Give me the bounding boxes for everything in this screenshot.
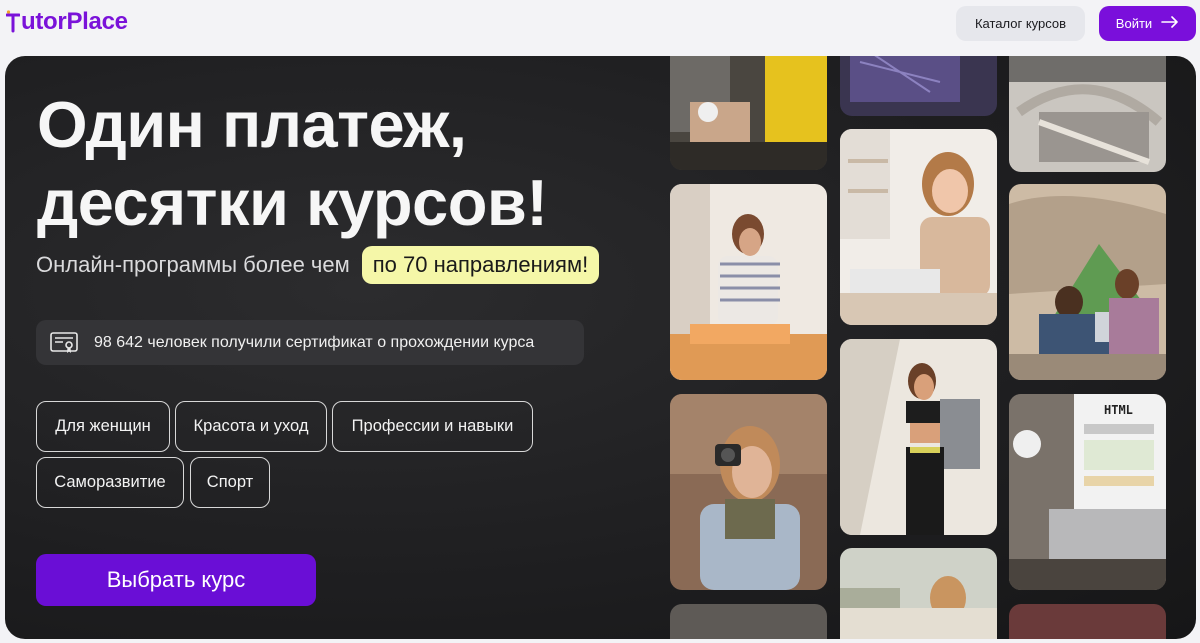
chip-self-development[interactable]: Саморазвитие xyxy=(36,457,184,508)
subtitle-row: Онлайн-программы более чем по 70 направл… xyxy=(36,246,600,284)
svg-text:HTML: HTML xyxy=(1104,403,1133,417)
certificate-icon xyxy=(50,331,78,354)
hero-title-line-1: Один платеж, xyxy=(37,88,467,161)
directions-highlight: по 70 направлениям! xyxy=(361,246,600,284)
chip-for-women[interactable]: Для женщин xyxy=(36,401,170,452)
hero-section: Один платеж, десятки курсов! Онлайн-прог… xyxy=(5,56,1196,639)
hero-title: Один платеж, десятки курсов! xyxy=(37,86,548,242)
hero-title-line-2: десятки курсов! xyxy=(37,166,548,239)
chip-professions[interactable]: Профессии и навыки xyxy=(332,401,533,452)
choose-course-button[interactable]: Выбрать курс xyxy=(36,554,316,606)
course-photo-html-laptop[interactable]: HTML xyxy=(1009,394,1166,590)
course-photo-living-room[interactable] xyxy=(840,548,997,639)
course-photo-fitness[interactable] xyxy=(840,339,997,535)
course-photo-bottom-1[interactable] xyxy=(670,604,827,639)
catalog-button-label: Каталог курсов xyxy=(974,16,1067,31)
catalog-button[interactable]: Каталог курсов xyxy=(956,6,1085,41)
choose-course-label: Выбрать курс xyxy=(106,567,246,592)
logo[interactable]: utorPlace xyxy=(6,8,128,36)
course-photo-sewing[interactable] xyxy=(670,184,827,380)
course-photo-desk[interactable] xyxy=(670,56,827,170)
course-photo-camping[interactable] xyxy=(1009,184,1166,380)
login-button-label: Войти xyxy=(1115,16,1153,31)
course-photo-laptop-woman[interactable] xyxy=(840,129,997,325)
site-header: utorPlace Каталог курсов Войти xyxy=(0,0,1200,56)
course-photo-bottom-3[interactable] xyxy=(1009,604,1166,639)
arrow-right-icon xyxy=(1161,16,1179,31)
certificate-stat: 98 642 человек получили сертификат о про… xyxy=(36,320,584,365)
course-photo-photography[interactable] xyxy=(670,394,827,590)
certificate-text: 98 642 человек получили сертификат о про… xyxy=(94,333,535,351)
chip-sport[interactable]: Спорт xyxy=(190,457,270,508)
logo-mark-icon xyxy=(6,9,20,35)
course-photo-lounge[interactable] xyxy=(1009,56,1166,172)
login-button[interactable]: Войти xyxy=(1099,6,1196,41)
course-photo-tablet[interactable] xyxy=(840,56,997,116)
chip-beauty[interactable]: Красота и уход xyxy=(175,401,327,452)
hero-subtitle: Онлайн-программы более чем xyxy=(36,252,350,277)
logo-text: utorPlace xyxy=(21,8,128,35)
